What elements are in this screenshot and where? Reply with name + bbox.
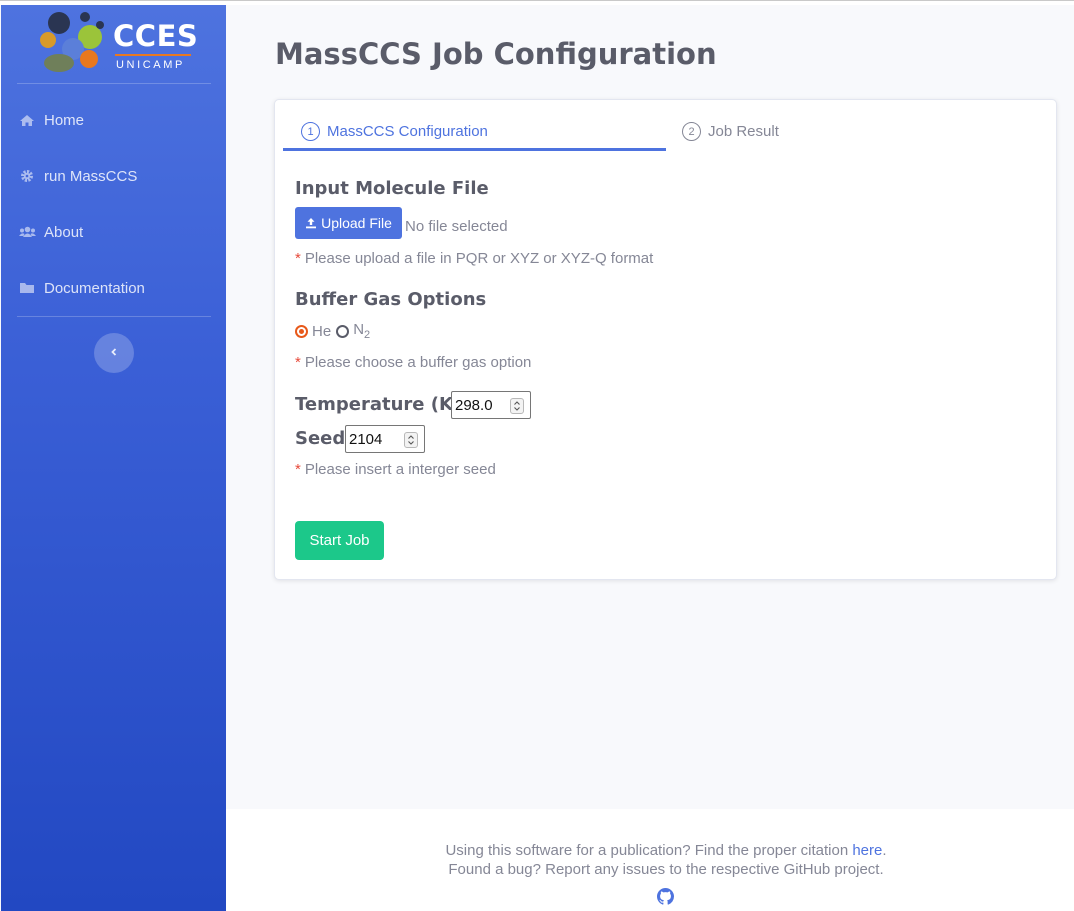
footer-citation: Using this software for a publication? F… xyxy=(226,842,1074,859)
sidebar-item-label: Home xyxy=(44,111,85,129)
footer-citation-end: . xyxy=(882,842,887,859)
folder-icon xyxy=(18,281,36,295)
temperature-spinner[interactable] xyxy=(510,398,524,414)
users-icon xyxy=(18,225,36,239)
brand-title: CCES xyxy=(113,19,199,53)
sidebar-item-documentation[interactable]: Documentation xyxy=(1,273,226,303)
buffer-gas-section-title: Buffer Gas Options xyxy=(295,289,487,310)
page-title: MassCCS Job Configuration xyxy=(275,37,717,71)
spinner-arrows-icon xyxy=(408,435,414,445)
sidebar-item-label: About xyxy=(44,223,84,241)
seed-hint: * Please insert a interger seed xyxy=(295,461,496,478)
upload-file-label: Upload File xyxy=(321,215,392,231)
molecule-section-title: Input Molecule File xyxy=(295,178,489,199)
sidebar-item-label: run MassCCS xyxy=(44,167,138,185)
cces-logo-icon xyxy=(40,12,104,72)
buffer-gas-hint-text: Please choose a buffer gas option xyxy=(304,354,532,371)
active-step-indicator xyxy=(283,148,666,151)
molecule-hint-text: Please upload a file in PQR or XYZ or XY… xyxy=(304,250,654,267)
config-card: 1 MassCCS Configuration 2 Job Result Inp… xyxy=(274,99,1057,580)
brand-subtitle: UNICAMP xyxy=(116,59,185,71)
spinner-arrows-icon xyxy=(514,401,520,411)
chevron-left-icon xyxy=(109,344,119,362)
sidebar-item-run-massccs[interactable]: run MassCCS xyxy=(1,161,226,191)
required-marker: * xyxy=(295,461,301,478)
seed-value: 2104 xyxy=(349,430,383,448)
required-marker: * xyxy=(295,250,301,267)
start-job-button[interactable]: Start Job xyxy=(295,521,384,560)
sidebar-item-home[interactable]: Home xyxy=(1,105,226,135)
home-icon xyxy=(18,113,36,127)
buffer-gas-hint: * Please choose a buffer gas option xyxy=(295,354,531,371)
seed-input[interactable]: 2104 xyxy=(345,425,425,453)
tab-massccs-configuration[interactable]: 1 MassCCS Configuration xyxy=(301,122,488,141)
sidebar-divider xyxy=(17,316,211,317)
brand-underline xyxy=(115,54,191,56)
seed-spinner[interactable] xyxy=(404,432,418,448)
radio-n2-label[interactable]: N2 xyxy=(353,321,370,341)
radio-he-label[interactable]: He xyxy=(312,323,331,340)
seed-hint-text: Please insert a interger seed xyxy=(304,461,496,478)
footer: Using this software for a publication? F… xyxy=(226,809,1074,911)
brand-logo[interactable]: CCES UNICAMP xyxy=(37,7,199,77)
footer-bug-report: Found a bug? Report any issues to the re… xyxy=(448,861,884,878)
step-label: Job Result xyxy=(708,123,779,140)
temperature-label: Temperature (K) xyxy=(295,394,462,415)
buffer-gas-options: He N2 xyxy=(295,321,370,341)
gear-icon xyxy=(18,169,36,183)
step-label: MassCCS Configuration xyxy=(327,123,488,140)
upload-file-button[interactable]: Upload File xyxy=(295,207,402,239)
github-icon[interactable] xyxy=(657,888,674,910)
step-number: 2 xyxy=(682,122,701,141)
temperature-value: 298.0 xyxy=(455,396,493,414)
radio-n2[interactable] xyxy=(336,324,350,338)
radio-he[interactable] xyxy=(295,324,308,338)
sidebar-toggle-button[interactable] xyxy=(94,333,134,373)
footer-citation-text: Using this software for a publication? F… xyxy=(445,842,849,859)
seed-label: Seed xyxy=(295,428,346,449)
radio-n2-label-base: N xyxy=(353,321,365,338)
radio-n2-label-subscript: 2 xyxy=(364,329,371,341)
tab-job-result[interactable]: 2 Job Result xyxy=(682,122,779,141)
sidebar-item-about[interactable]: About xyxy=(1,217,226,247)
step-number: 1 xyxy=(301,122,320,141)
file-status: No file selected xyxy=(405,218,508,235)
citation-link[interactable]: here xyxy=(852,842,882,859)
molecule-hint: * Please upload a file in PQR or XYZ or X… xyxy=(295,250,653,267)
sidebar-divider xyxy=(17,83,211,84)
required-marker: * xyxy=(295,354,301,371)
sidebar-item-label: Documentation xyxy=(44,279,145,297)
upload-icon xyxy=(305,217,317,229)
temperature-input[interactable]: 298.0 xyxy=(451,391,531,419)
sidebar: CCES UNICAMP Home run MassCCS About Docu… xyxy=(1,5,226,911)
